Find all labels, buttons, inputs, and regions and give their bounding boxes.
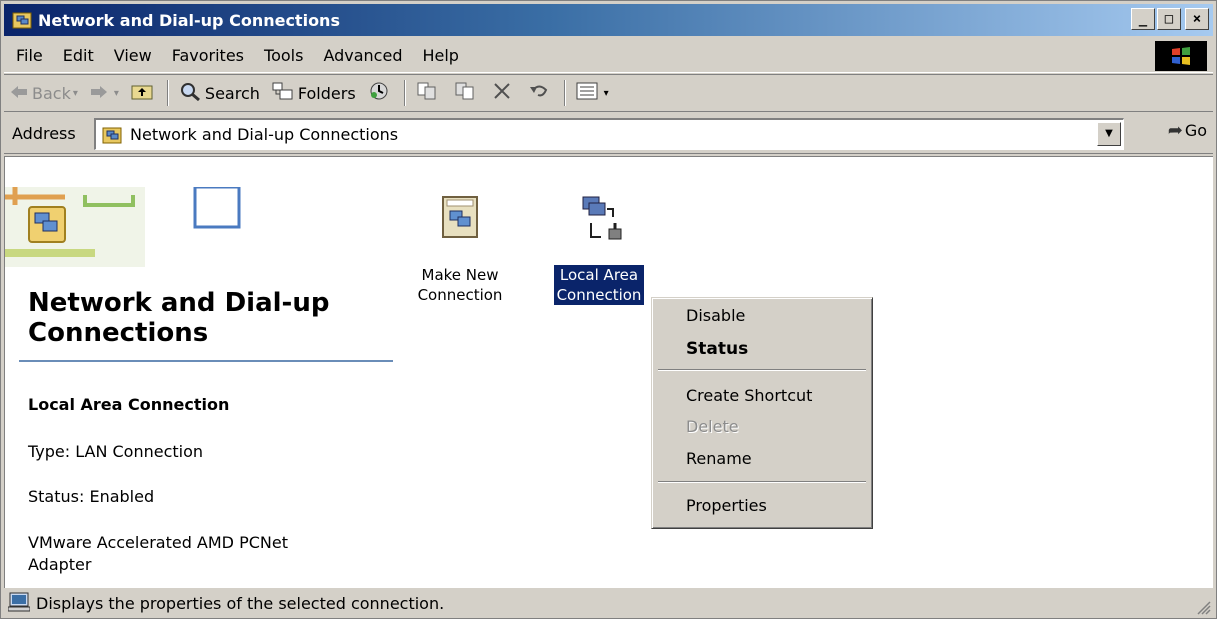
context-menu-delete: Delete <box>686 417 739 436</box>
address-input[interactable]: Network and Dial-up Connections ▼ <box>94 118 1124 150</box>
copy-to-button[interactable] <box>448 78 486 108</box>
status-text: Displays the properties of the selected … <box>36 594 445 613</box>
toolbar-separator <box>403 80 406 106</box>
folders-icon <box>272 82 294 104</box>
toolbar-separator <box>166 80 169 106</box>
pane-divider <box>19 360 393 362</box>
toolbar-separator <box>563 80 566 106</box>
up-button[interactable] <box>125 78 163 108</box>
make-new-connection-label-line2: Connection <box>417 286 503 304</box>
details-pane: Network and Dial-up Connections Local Ar… <box>5 157 405 587</box>
views-dropdown-icon[interactable]: ▾ <box>604 88 609 99</box>
views-button[interactable]: ▾ <box>570 78 615 108</box>
search-button[interactable]: Search <box>173 78 266 108</box>
context-menu-disable[interactable]: Disable <box>654 301 870 331</box>
local-area-connection-icon <box>544 195 654 265</box>
menu-favorites[interactable]: Favorites <box>162 46 254 65</box>
status-bar: Displays the properties of the selected … <box>4 590 1213 617</box>
go-button[interactable]: ➦ Go <box>1168 120 1207 141</box>
local-area-connection-label-line1: Local Area <box>559 266 639 284</box>
windows-logo-icon <box>1155 41 1207 71</box>
back-label: Back <box>32 83 71 103</box>
delete-icon <box>492 81 512 105</box>
network-folder-icon <box>102 126 122 144</box>
up-folder-icon <box>131 82 153 104</box>
history-button[interactable] <box>362 78 400 108</box>
move-to-button[interactable] <box>410 78 448 108</box>
menu-bar: File Edit View Favorites Tools Advanced … <box>4 39 1213 73</box>
menu-file[interactable]: File <box>4 46 53 65</box>
selected-connection-name: Local Area Connection <box>28 395 230 414</box>
connection-type: Type: LAN Connection <box>28 442 204 461</box>
connection-status: Status: Enabled <box>28 487 155 506</box>
adapter-name-line2: Adapter <box>28 555 92 574</box>
context-menu-create-shortcut[interactable]: Create Shortcut <box>654 381 870 411</box>
address-bar: Address Network and Dial-up Connections … <box>4 114 1213 154</box>
window-title: Network and Dial-up Connections <box>38 10 340 30</box>
computer-icon <box>7 592 31 616</box>
context-menu-rename[interactable]: Rename <box>654 444 870 474</box>
adapter-name-line1: VMware Accelerated AMD PCNet <box>28 533 288 552</box>
delete-button[interactable] <box>486 78 522 108</box>
forward-button[interactable]: ▾ <box>84 78 125 108</box>
context-menu-separator <box>658 369 866 371</box>
search-label: Search <box>204 83 260 103</box>
go-arrow-icon: ➦ <box>1167 120 1183 141</box>
search-icon <box>179 81 201 105</box>
context-menu-separator <box>658 481 866 483</box>
make-new-connection-label: Make New Connection <box>415 265 506 305</box>
copy-to-icon <box>454 81 476 105</box>
pane-title: Network and Dial-up Connections <box>28 288 330 348</box>
back-button[interactable]: Back ▾ <box>4 78 84 108</box>
history-icon <box>368 81 390 105</box>
menu-view[interactable]: View <box>104 46 162 65</box>
back-dropdown-icon[interactable]: ▾ <box>73 88 78 99</box>
undo-button[interactable] <box>522 78 560 108</box>
folder-banner-art <box>5 185 245 272</box>
title-bar[interactable]: Network and Dial-up Connections _ □ × <box>4 4 1213 36</box>
move-to-icon <box>416 81 438 105</box>
menu-edit[interactable]: Edit <box>53 46 104 65</box>
local-area-connection-item[interactable]: Local Area Connection <box>544 195 654 306</box>
minimize-button[interactable]: _ <box>1131 8 1155 30</box>
forward-arrow-icon <box>90 84 108 103</box>
explorer-window: Network and Dial-up Connections _ □ × Fi… <box>0 0 1217 619</box>
close-button[interactable]: × <box>1185 8 1209 30</box>
views-icon <box>576 82 598 104</box>
menu-advanced[interactable]: Advanced <box>313 46 412 65</box>
menu-help[interactable]: Help <box>412 46 468 65</box>
content-area: Network and Dial-up Connections Local Ar… <box>4 156 1213 588</box>
forward-dropdown-icon[interactable]: ▾ <box>114 88 119 99</box>
address-label: Address <box>12 124 76 143</box>
standard-toolbar: Back ▾ ▾ Search Folders ▾ <box>4 74 1213 112</box>
local-area-connection-label-line2: Connection <box>556 286 642 304</box>
local-area-connection-label: Local Area Connection <box>552 264 646 306</box>
resize-grip-icon[interactable] <box>1195 599 1211 615</box>
make-new-connection-item[interactable]: Make New Connection <box>405 195 515 305</box>
undo-icon <box>528 82 550 104</box>
make-new-connection-label-line1: Make New <box>421 266 499 284</box>
menu-tools[interactable]: Tools <box>254 46 313 65</box>
context-menu: Disable Status Create Shortcut Delete Re… <box>651 297 873 529</box>
folders-label: Folders <box>297 83 356 103</box>
make-new-connection-icon <box>405 195 515 265</box>
go-label: Go <box>1184 121 1207 140</box>
maximize-button[interactable]: □ <box>1157 8 1181 30</box>
context-menu-status[interactable]: Status <box>654 334 870 364</box>
folders-button[interactable]: Folders <box>266 78 362 108</box>
address-dropdown-button[interactable]: ▼ <box>1097 122 1121 146</box>
context-menu-properties[interactable]: Properties <box>654 491 870 521</box>
address-value: Network and Dial-up Connections <box>130 125 399 144</box>
back-arrow-icon <box>10 84 28 103</box>
network-folder-icon <box>12 11 32 29</box>
